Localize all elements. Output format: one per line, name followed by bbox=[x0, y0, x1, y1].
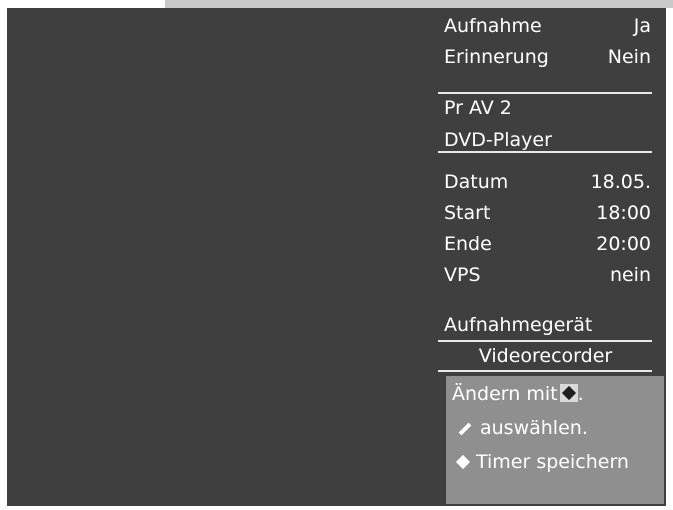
divider-2 bbox=[438, 151, 652, 153]
recording-value: Ja bbox=[633, 15, 651, 37]
program-line[interactable]: Pr AV 2 bbox=[444, 94, 512, 122]
start-value: 18:00 bbox=[596, 202, 651, 224]
recording-device-value[interactable]: Videorecorder bbox=[438, 342, 653, 370]
recording-device-label: Aufnahmegerät bbox=[444, 314, 593, 336]
help-change-suffix: . bbox=[577, 383, 584, 405]
recording-field[interactable]: Aufnahme Ja bbox=[438, 12, 653, 40]
help-panel: Ändern mit. auswählen. Timer speichern bbox=[446, 376, 664, 504]
divider-4 bbox=[438, 370, 652, 372]
vps-label: VPS bbox=[444, 264, 481, 286]
help-change-line: Ändern mit. bbox=[452, 380, 584, 408]
help-select-line: auswählen. bbox=[458, 414, 588, 442]
end-value: 20:00 bbox=[596, 233, 651, 255]
date-value: 18.05. bbox=[590, 171, 651, 193]
date-label: Datum bbox=[444, 171, 509, 193]
help-save-line: Timer speichern bbox=[455, 448, 629, 476]
small-diamond-icon bbox=[455, 454, 471, 470]
top-strip bbox=[165, 0, 673, 8]
help-change-text: Ändern mit bbox=[452, 383, 558, 405]
help-save-text: Timer speichern bbox=[476, 451, 629, 473]
start-field[interactable]: Start 18:00 bbox=[438, 199, 653, 227]
end-label: Ende bbox=[444, 233, 492, 255]
vps-field[interactable]: VPS nein bbox=[438, 261, 653, 289]
diamond-nav-icon bbox=[559, 384, 578, 402]
reminder-field[interactable]: Erinnerung Nein bbox=[438, 43, 653, 71]
reminder-label: Erinnerung bbox=[444, 46, 549, 68]
slash-icon bbox=[458, 422, 472, 436]
help-select-text: auswählen. bbox=[480, 417, 588, 439]
date-field[interactable]: Datum 18.05. bbox=[438, 168, 653, 196]
reminder-value: Nein bbox=[607, 46, 651, 68]
recording-label: Aufnahme bbox=[444, 15, 542, 37]
end-field[interactable]: Ende 20:00 bbox=[438, 230, 653, 258]
start-label: Start bbox=[444, 202, 491, 224]
vps-value: nein bbox=[609, 264, 651, 286]
program-source: DVD-Player bbox=[444, 129, 552, 151]
